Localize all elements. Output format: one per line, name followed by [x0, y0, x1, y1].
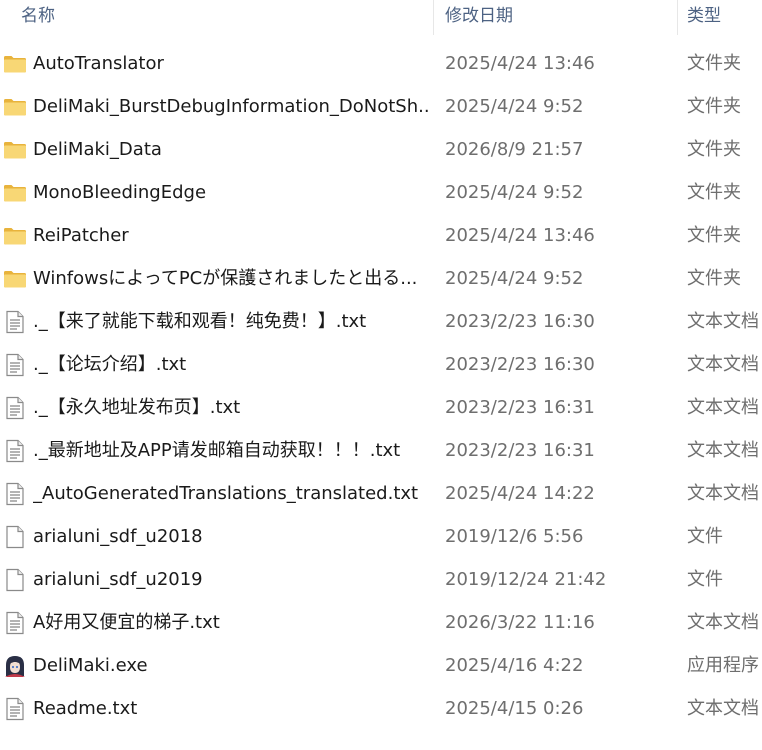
file-type: 文本文档 [687, 311, 759, 332]
column-header-bar: ^ 名称 修改日期 类型 [0, 0, 762, 35]
file-name: DeliMaki_Data [33, 139, 162, 160]
column-header-type[interactable]: 类型 [687, 0, 721, 35]
file-row[interactable]: DeliMaki_BurstDebugInformation_DoNotSh..… [0, 85, 762, 128]
file-row[interactable]: arialuni_sdf_u2018 2019/12/6 5:56 文件 [0, 515, 762, 558]
file-name: ._【来了就能下载和观看！纯免费！】.txt [33, 311, 367, 332]
text-file-icon [3, 353, 27, 377]
file-modified-date: 2019/12/24 21:42 [445, 569, 607, 590]
file-row[interactable]: DeliMaki_Data 2026/8/9 21:57 文件夹 [0, 128, 762, 171]
file-modified-date: 2025/4/16 4:22 [445, 655, 584, 676]
file-type: 文件夹 [687, 182, 741, 203]
file-row[interactable]: ._【论坛介绍】.txt 2023/2/23 16:30 文本文档 [0, 343, 762, 386]
file-name: A好用又便宜的梯子.txt [33, 612, 220, 633]
column-header-date[interactable]: 修改日期 [445, 0, 513, 35]
file-row[interactable]: ._【来了就能下载和观看！纯免费！】.txt 2023/2/23 16:30 文本文… [0, 300, 762, 343]
text-file-icon [3, 396, 27, 420]
file-name: Readme.txt [33, 698, 138, 719]
file-name: arialuni_sdf_u2018 [33, 526, 203, 547]
file-type: 文本文档 [687, 354, 759, 375]
folder-icon [3, 267, 27, 291]
file-modified-date: 2026/3/22 11:16 [445, 612, 595, 633]
file-modified-date: 2025/4/24 14:22 [445, 483, 595, 504]
text-file-icon [3, 439, 27, 463]
file-modified-date: 2019/12/6 5:56 [445, 526, 584, 547]
file-name: ._最新地址及APP请发邮箱自动获取！！！.txt [33, 440, 401, 461]
file-row[interactable]: DeliMaki.exe 2025/4/16 4:22 应用程序 [0, 644, 762, 687]
file-type: 文件 [687, 526, 723, 547]
file-type: 文件 [687, 569, 723, 590]
folder-icon [3, 52, 27, 76]
file-name: arialuni_sdf_u2019 [33, 569, 203, 590]
file-modified-date: 2025/4/24 13:46 [445, 53, 595, 74]
file-type: 文本文档 [687, 440, 759, 461]
folder-icon [3, 181, 27, 205]
text-file-icon [3, 310, 27, 334]
file-type: 文件夹 [687, 139, 741, 160]
file-name: ReiPatcher [33, 225, 129, 246]
file-modified-date: 2025/4/24 9:52 [445, 96, 584, 117]
file-name: WinfowsによってPCが保護されましたと出る... [33, 268, 418, 289]
file-row[interactable]: ._【永久地址发布页】.txt 2023/2/23 16:31 文本文档 [0, 386, 762, 429]
file-name: DeliMaki_BurstDebugInformation_DoNotSh..… [33, 96, 428, 117]
app-icon [3, 654, 27, 678]
file-row[interactable]: MonoBleedingEdge 2025/4/24 9:52 文件夹 [0, 171, 762, 214]
file-modified-date: 2025/4/15 0:26 [445, 698, 584, 719]
file-type: 文本文档 [687, 612, 759, 633]
folder-icon [3, 138, 27, 162]
file-type: 文件夹 [687, 96, 741, 117]
file-row[interactable]: WinfowsによってPCが保護されましたと出る... 2025/4/24 9:5… [0, 257, 762, 300]
file-name: DeliMaki.exe [33, 655, 148, 676]
file-modified-date: 2026/8/9 21:57 [445, 139, 584, 160]
file-name: MonoBleedingEdge [33, 182, 207, 203]
column-divider[interactable] [433, 0, 434, 35]
file-modified-date: 2023/2/23 16:31 [445, 440, 595, 461]
file-name: ._【论坛介绍】.txt [33, 354, 187, 375]
file-row[interactable]: AutoTranslator 2025/4/24 13:46 文件夹 [0, 42, 762, 85]
file-modified-date: 2023/2/23 16:30 [445, 354, 595, 375]
file-type: 文本文档 [687, 483, 759, 504]
sort-indicator-icon[interactable]: ^ [218, 0, 226, 7]
file-modified-date: 2023/2/23 16:31 [445, 397, 595, 418]
file-modified-date: 2023/2/23 16:30 [445, 311, 595, 332]
text-file-icon [3, 482, 27, 506]
file-row[interactable]: Readme.txt 2025/4/15 0:26 文本文档 [0, 687, 762, 730]
folder-icon [3, 224, 27, 248]
file-modified-date: 2025/4/24 9:52 [445, 182, 584, 203]
file-row[interactable]: arialuni_sdf_u2019 2019/12/24 21:42 文件 [0, 558, 762, 601]
file-name: ._【永久地址发布页】.txt [33, 397, 241, 418]
file-type: 文件夹 [687, 53, 741, 74]
blank-file-icon [3, 525, 27, 549]
file-name: _AutoGeneratedTranslations_translated.tx… [33, 483, 419, 504]
file-name: AutoTranslator [33, 53, 164, 74]
file-list: AutoTranslator 2025/4/24 13:46 文件夹 DeliMaki… [0, 42, 762, 730]
file-type: 文件夹 [687, 225, 741, 246]
file-type: 文本文档 [687, 397, 759, 418]
file-type: 文本文档 [687, 698, 759, 719]
text-file-icon [3, 611, 27, 635]
column-header-name[interactable]: 名称 [21, 0, 55, 35]
file-row[interactable]: ._最新地址及APP请发邮箱自动获取！！！.txt 2023/2/23 16:31… [0, 429, 762, 472]
column-divider[interactable] [677, 0, 678, 35]
file-modified-date: 2025/4/24 13:46 [445, 225, 595, 246]
file-modified-date: 2025/4/24 9:52 [445, 268, 584, 289]
file-row[interactable]: A好用又便宜的梯子.txt 2026/3/22 11:16 文本文档 [0, 601, 762, 644]
file-type: 应用程序 [687, 655, 759, 676]
blank-file-icon [3, 568, 27, 592]
file-row[interactable]: _AutoGeneratedTranslations_translated.tx… [0, 472, 762, 515]
folder-icon [3, 95, 27, 119]
file-type: 文件夹 [687, 268, 741, 289]
file-row[interactable]: ReiPatcher 2025/4/24 13:46 文件夹 [0, 214, 762, 257]
text-file-icon [3, 697, 27, 721]
